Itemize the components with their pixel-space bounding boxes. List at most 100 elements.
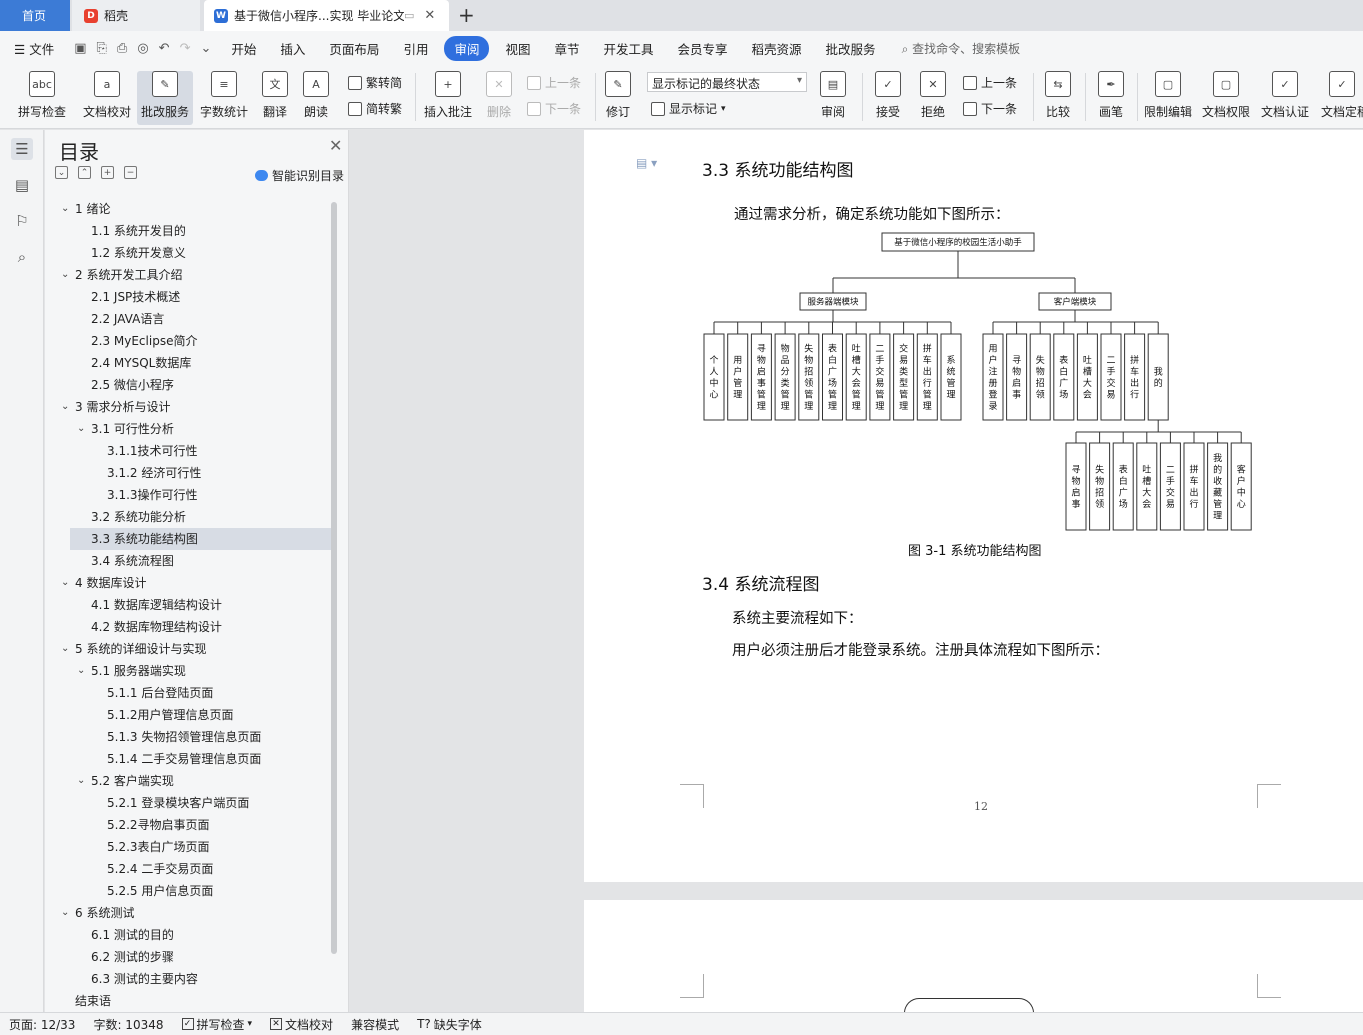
review-pane-button[interactable]: ▤ 审阅 (815, 71, 851, 125)
toc-item[interactable]: 6.2 测试的步骤 (45, 946, 335, 968)
collapse-icon[interactable]: ⌃ (78, 166, 91, 179)
read-aloud-button[interactable]: A 朗读 (298, 71, 334, 125)
spell-check-button[interactable]: abc 拼写检查 (10, 71, 74, 125)
menu-tab[interactable]: 页面布局 (317, 39, 391, 58)
accept-button[interactable]: ✓ 接受 (870, 71, 906, 125)
toc-item[interactable]: 3.2 系统功能分析 (45, 506, 335, 528)
new-tab-icon[interactable]: + (458, 3, 475, 27)
menu-tab[interactable]: 审阅 (444, 35, 490, 61)
menu-tab[interactable]: 开发工具 (592, 39, 666, 58)
print-icon[interactable]: ⎙ (117, 41, 127, 56)
toc-expand-icon[interactable]: ⌄ (77, 770, 85, 792)
toc-item[interactable]: 6.3 测试的主要内容 (45, 968, 335, 990)
toc-item[interactable]: 5.1.4 二手交易管理信息页面 (45, 748, 335, 770)
close-icon[interactable]: ✕ (329, 136, 342, 155)
command-search[interactable]: ⌕ 查找命令、搜索模板 (888, 40, 1021, 57)
menu-tab[interactable]: 稻壳资源 (740, 39, 814, 58)
tab-daoke[interactable]: D 稻壳 (72, 0, 200, 31)
save-icon[interactable]: ▣ (74, 41, 86, 56)
search-icon[interactable]: ⌕ (11, 246, 33, 268)
menu-tab[interactable]: 视图 (493, 39, 542, 58)
proofread-button[interactable]: a 文档校对 (80, 71, 134, 125)
add-heading-icon[interactable]: + (101, 166, 114, 179)
toc-item[interactable]: 5.1.2用户管理信息页面 (45, 704, 335, 726)
toc-expand-icon[interactable]: ⌄ (61, 264, 69, 286)
prev-change-button[interactable]: 上一条 (963, 74, 1017, 91)
chapter-view-icon[interactable]: ▤ (11, 174, 33, 196)
expand-icon[interactable]: ⌄ (55, 166, 68, 179)
trad-to-simp-button[interactable]: 繁转简 (348, 74, 402, 91)
translate-button[interactable]: 文翻译 (255, 71, 295, 125)
toc-item[interactable]: ⌄ 4 数据库设计 (45, 572, 335, 594)
toc-item[interactable]: 6.1 测试的目的 (45, 924, 335, 946)
next-comment-button[interactable]: 下一条 (527, 100, 581, 117)
track-changes-button[interactable]: ✎ 修订 (600, 71, 636, 125)
insert-comment-button[interactable]: + 插入批注 (422, 71, 474, 125)
word-count-button[interactable]: ≡ 字数统计 (197, 71, 251, 125)
toc-item[interactable]: 2.4 MYSQL数据库 (45, 352, 335, 374)
close-tab-icon[interactable]: ✕ (424, 8, 435, 23)
menu-tab[interactable]: 批改服务 (814, 39, 888, 58)
toc-item[interactable]: 4.2 数据库物理结构设计 (45, 616, 335, 638)
compat-mode[interactable]: 兼容模式 (342, 1016, 408, 1033)
page-indicator[interactable]: 页面: 12/33 (0, 1016, 84, 1033)
toc-item[interactable]: 5.2.2寻物启事页面 (45, 814, 335, 836)
preview-icon[interactable]: ◎ (137, 41, 148, 56)
toc-item[interactable]: 3.4 系统流程图 (45, 550, 335, 572)
missing-font[interactable]: T? 缺失字体 (408, 1016, 491, 1033)
finalize-button[interactable]: ✓ 文档定稿 (1321, 71, 1363, 125)
toc-item[interactable]: ⌄ 5.1 服务器端实现 (45, 660, 335, 682)
tab-home[interactable]: 首页 (0, 0, 70, 31)
toc-item[interactable]: 5.2.5 用户信息页面 (45, 880, 335, 902)
next-change-button[interactable]: 下一条 (963, 100, 1017, 117)
simp-to-trad-button[interactable]: 简转繁 (348, 100, 402, 117)
menu-tab[interactable]: 插入 (268, 39, 317, 58)
correction-service-button[interactable]: ✎ 批改服务 (137, 71, 193, 125)
toc-item[interactable]: 2.5 微信小程序 (45, 374, 335, 396)
toc-item[interactable]: 4.1 数据库逻辑结构设计 (45, 594, 335, 616)
toc-item[interactable]: 结束语 (45, 990, 335, 1008)
toc-view-icon[interactable]: ☰ (11, 138, 33, 160)
file-menu[interactable]: ☰ 文件 (0, 39, 66, 58)
word-count[interactable]: 字数: 10348 (84, 1016, 172, 1033)
toc-item[interactable]: ⌄ 5 系统的详细设计与实现 (45, 638, 335, 660)
toc-item[interactable]: ⌄ 6 系统测试 (45, 902, 335, 924)
toc-expand-icon[interactable]: ⌄ (61, 638, 69, 660)
toc-item[interactable]: 1.1 系统开发目的 (45, 220, 335, 242)
toc-expand-icon[interactable]: ⌄ (61, 198, 69, 220)
toc-item[interactable]: 2.3 MyEclipse简介 (45, 330, 335, 352)
restrict-editing-button[interactable]: ▢ 限制编辑 (1142, 71, 1194, 125)
toc-expand-icon[interactable]: ⌄ (61, 902, 69, 924)
document-rights-button[interactable]: ▢ 文档权限 (1200, 71, 1252, 125)
reject-button[interactable]: ✕ 拒绝 (915, 71, 951, 125)
menu-tab[interactable]: 开始 (219, 39, 268, 58)
toc-item[interactable]: 5.2.4 二手交易页面 (45, 858, 335, 880)
redo-icon[interactable]: ↷ (180, 41, 191, 56)
markup-state-select[interactable]: 显示标记的最终状态 (647, 72, 807, 92)
remove-heading-icon[interactable]: − (124, 166, 137, 179)
toc-item[interactable]: 2.1 JSP技术概述 (45, 286, 335, 308)
toc-item[interactable]: ⌄ 3.1 可行性分析 (45, 418, 335, 440)
spell-check-status[interactable]: ✓ 拼写检查 ▾ (173, 1016, 262, 1033)
toc-item[interactable]: ⌄ 2 系统开发工具介绍 (45, 264, 335, 286)
toc-item[interactable]: 3.3 系统功能结构图 (70, 528, 335, 550)
toc-expand-icon[interactable]: ⌄ (61, 396, 69, 418)
toc-item[interactable]: ⌄ 1 绪论 (45, 198, 335, 220)
toc-expand-icon[interactable]: ⌄ (77, 418, 85, 440)
compare-button[interactable]: ⇆ 比较 (1040, 71, 1076, 125)
delete-comment-button[interactable]: ✕ 删除 (480, 71, 518, 125)
export-icon[interactable]: ⎘ (97, 41, 107, 56)
toc-expand-icon[interactable]: ⌄ (77, 660, 85, 682)
show-markup-button[interactable]: 显示标记 ▾ (651, 100, 726, 117)
document-auth-button[interactable]: ✓ 文档认证 (1259, 71, 1311, 125)
toc-item[interactable]: 5.2.3表白广场页面 (45, 836, 335, 858)
toc-item[interactable]: 3.1.1技术可行性 (45, 440, 335, 462)
pen-button[interactable]: ✒ 画笔 (1093, 71, 1129, 125)
toc-scrollbar[interactable] (331, 202, 337, 954)
menu-tab[interactable]: 章节 (542, 39, 591, 58)
toc-item[interactable]: 3.1.2 经济可行性 (45, 462, 335, 484)
prev-comment-button[interactable]: 上一条 (527, 74, 581, 91)
smart-toc-button[interactable]: 智能识别目录 (255, 167, 344, 184)
toc-item[interactable]: 2.2 JAVA语言 (45, 308, 335, 330)
menu-tab[interactable]: 会员专享 (666, 39, 740, 58)
